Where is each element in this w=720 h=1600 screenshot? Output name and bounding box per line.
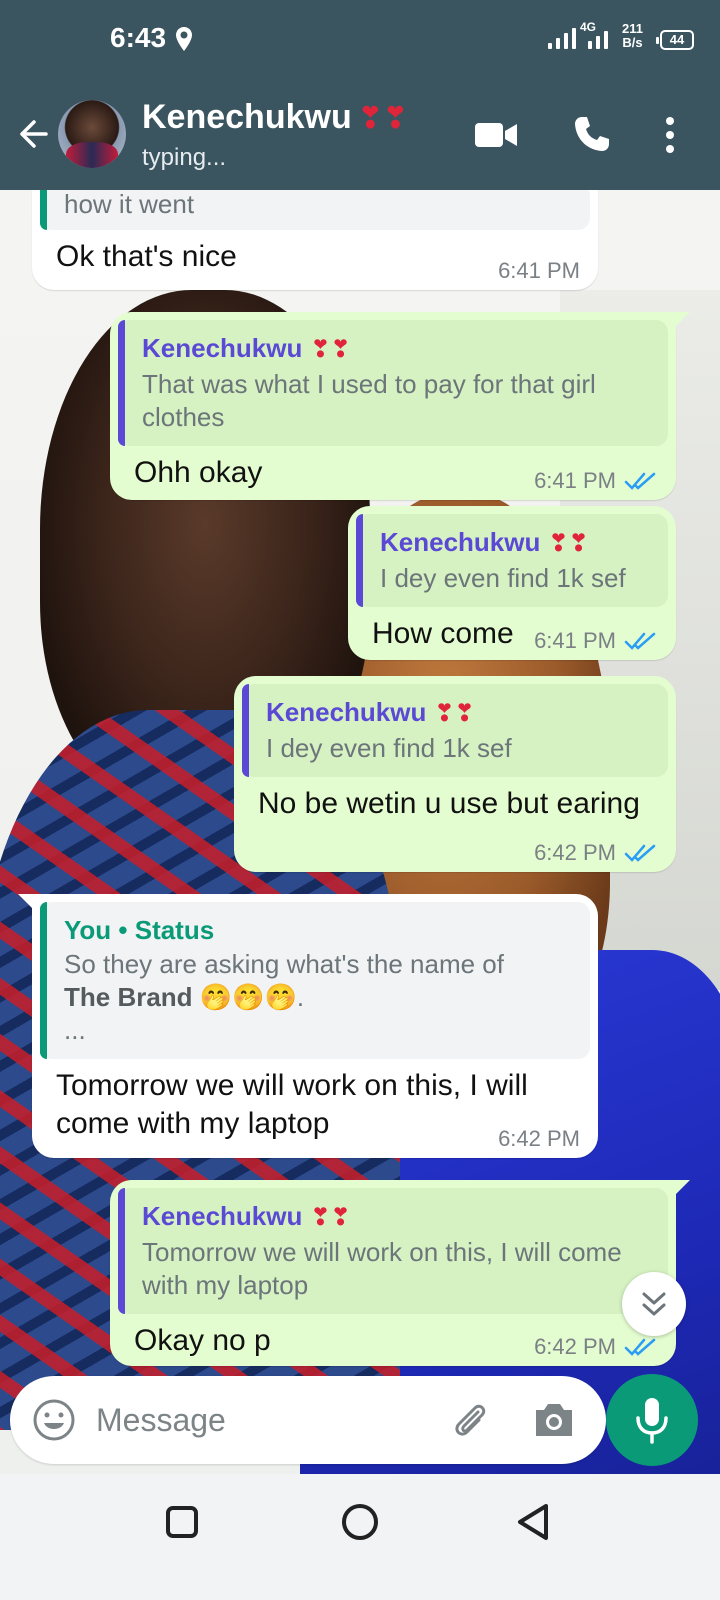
message-meta: 6:42 PM — [534, 1334, 658, 1360]
quote-author: Kenechukwu ❣❣ — [142, 1201, 351, 1231]
chat-messages[interactable]: how it went Ok that's nice 6:41 PM Kenec… — [0, 176, 720, 1410]
emoji-icon[interactable] — [32, 1398, 76, 1442]
status-bar: 6:43 4G 211 B/s 44 — [0, 0, 720, 80]
quote-text: Tomorrow we will work on this, I will co… — [142, 1237, 622, 1300]
signal-icon — [548, 28, 608, 49]
contact-avatar[interactable] — [58, 100, 126, 168]
message-bubble-outgoing[interactable]: Kenechukwu ❣❣ That was what I used to pay… — [110, 312, 690, 500]
mic-icon — [636, 1398, 668, 1444]
message-bubble-incoming[interactable]: how it went Ok that's nice 6:41 PM — [32, 176, 598, 290]
message-time: 6:42 PM — [498, 1126, 580, 1151]
quoted-message[interactable]: Kenechukwu ❣❣ I dey even find 1k sef — [356, 514, 668, 607]
video-call-icon[interactable] — [474, 120, 518, 150]
location-icon — [176, 27, 192, 51]
contact-name[interactable]: Kenechukwu ❣❣ — [142, 98, 408, 137]
system-back-icon[interactable] — [516, 1502, 550, 1542]
quoted-status[interactable]: You • Status So they are asking what's t… — [40, 902, 590, 1059]
more-options-icon[interactable] — [664, 116, 676, 154]
voice-call-icon[interactable] — [572, 114, 612, 154]
quote-text: So they are asking what's the name of Th… — [64, 949, 504, 1045]
message-meta: 6:42 PM — [534, 840, 658, 866]
message-input[interactable] — [96, 1394, 426, 1446]
message-meta: 6:41 PM — [498, 258, 580, 284]
camera-icon[interactable] — [532, 1400, 576, 1440]
contact-status: typing... — [142, 144, 227, 171]
quote-text: I dey even find 1k sef — [266, 733, 512, 763]
quote-text: That was what I used to pay for that gir… — [142, 369, 596, 432]
heart-icons: ❣❣ — [357, 102, 408, 135]
quote-author: Kenechukwu ❣❣ — [266, 697, 475, 727]
quote-author: You • Status — [64, 915, 215, 945]
quote-text: I dey even find 1k sef — [380, 563, 626, 593]
quote-author: Kenechukwu ❣❣ — [142, 333, 351, 363]
back-arrow-icon[interactable] — [14, 116, 50, 152]
status-time: 6:43 — [110, 22, 167, 53]
message-bubble-outgoing[interactable]: Kenechukwu ❣❣ I dey even find 1k sef No b… — [234, 676, 676, 872]
attach-icon[interactable] — [448, 1398, 492, 1442]
message-time: 6:42 PM — [534, 1334, 616, 1359]
battery-icon: 44 — [656, 30, 694, 50]
message-bubble-outgoing[interactable]: Kenechukwu ❣❣ I dey even find 1k sef How … — [348, 506, 676, 660]
mic-button[interactable] — [606, 1374, 698, 1466]
message-composer — [10, 1376, 606, 1464]
recent-apps-icon[interactable] — [166, 1506, 198, 1538]
scroll-down-icon — [642, 1292, 666, 1316]
message-meta: 6:41 PM — [534, 468, 658, 494]
message-time: 6:41 PM — [534, 468, 616, 493]
quoted-message[interactable]: Kenechukwu ❣❣ That was what I used to pay… — [118, 320, 668, 446]
quoted-message[interactable]: how it went — [40, 184, 590, 230]
read-receipt-icon — [624, 472, 656, 490]
quoted-message[interactable]: Kenechukwu ❣❣ I dey even find 1k sef — [242, 684, 668, 777]
message-text: No be wetin u use but earing — [258, 787, 640, 820]
network-type: 4G — [580, 20, 597, 34]
message-meta: 6:41 PM — [534, 628, 658, 654]
quote-author: Kenechukwu ❣❣ — [380, 527, 589, 557]
quoted-message[interactable]: Kenechukwu ❣❣ Tomorrow we will work on th… — [118, 1188, 668, 1314]
read-receipt-icon — [624, 1338, 656, 1356]
system-navigation-bar — [0, 1474, 720, 1600]
scroll-down-button[interactable] — [622, 1272, 686, 1336]
message-bubble-outgoing[interactable]: Kenechukwu ❣❣ Tomorrow we will work on th… — [110, 1180, 690, 1366]
network-speed: 211 B/s — [622, 21, 643, 50]
message-meta: 6:42 PM — [498, 1126, 580, 1152]
message-time: 6:41 PM — [534, 628, 616, 653]
home-icon[interactable] — [342, 1504, 378, 1540]
message-bubble-incoming[interactable]: You • Status So they are asking what's t… — [18, 894, 598, 1158]
read-receipt-icon — [624, 632, 656, 650]
message-time: 6:42 PM — [534, 840, 616, 865]
read-receipt-icon — [624, 844, 656, 862]
message-time: 6:41 PM — [498, 258, 580, 283]
chat-header: 6:43 4G 211 B/s 44 Kenechukwu ❣❣ typing..… — [0, 0, 720, 190]
